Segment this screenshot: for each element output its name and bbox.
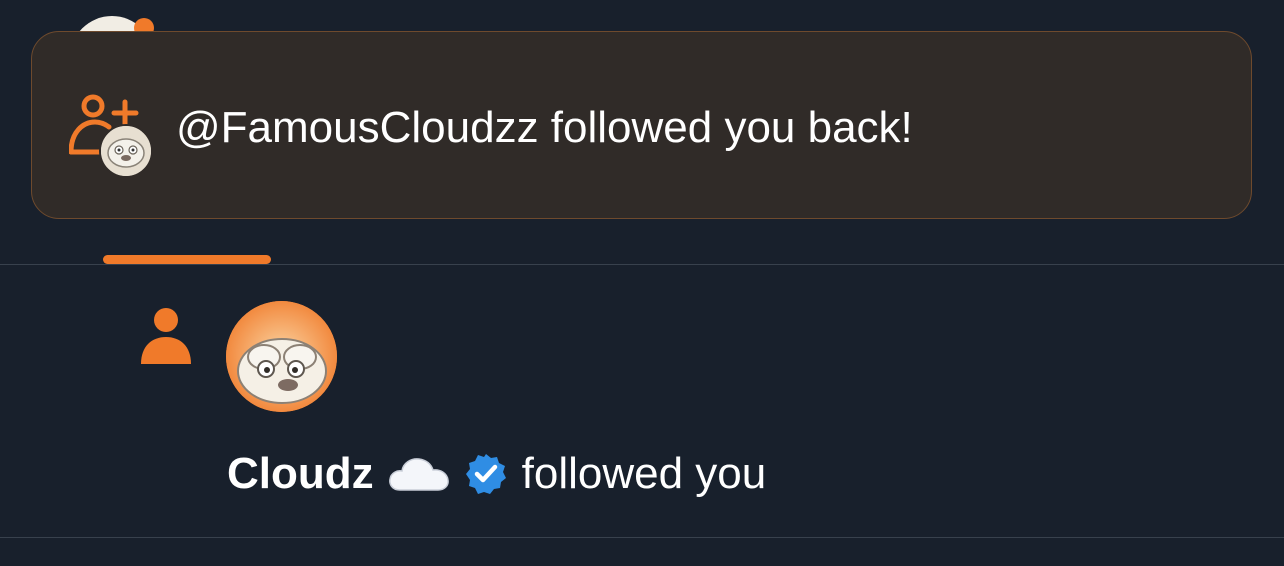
user-name[interactable]: Cloudz [227, 448, 374, 500]
user-avatar[interactable] [226, 301, 337, 412]
toast-message: @FamousCloudzz followed you back! [176, 103, 913, 152]
toast-user-avatar [99, 124, 153, 178]
verified-badge-icon [464, 452, 508, 496]
notification-action-text: followed you [521, 449, 767, 498]
cloud-emoji-icon [388, 454, 450, 494]
notification-text: Cloudz followed you [227, 448, 766, 500]
active-tab-indicator [103, 255, 271, 264]
divider [0, 537, 1284, 538]
follow-back-toast[interactable]: @FamousCloudzz followed you back! [31, 31, 1252, 219]
person-icon [138, 306, 194, 366]
divider [0, 264, 1284, 265]
person-add-icon [68, 94, 153, 178]
